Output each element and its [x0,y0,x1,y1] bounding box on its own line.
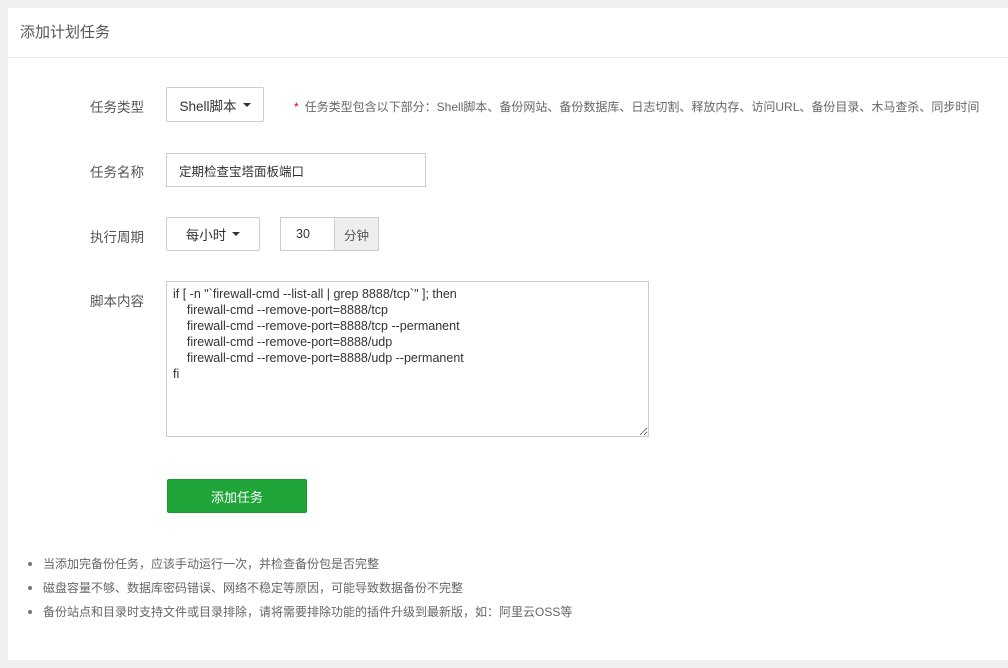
cycle-label: 执行周期 [90,230,144,245]
task-name-input[interactable] [166,153,426,187]
task-name-label: 任务名称 [90,165,144,180]
add-cron-task-panel: 添加计划任务 任务类型 Shell脚本 * 任务类型包含以下部分：Shell脚本、… [8,8,1008,660]
notes-list: 当添加完备份任务，应该手动运行一次，并检查备份包是否完整 磁盘容量不够、数据库密… [24,556,572,628]
cycle-minutes-input[interactable] [280,217,335,251]
list-item: 当添加完备份任务，应该手动运行一次，并检查备份包是否完整 [24,556,572,580]
list-item: 备份站点和目录时支持文件或目录排除，请将需要排除功能的插件升级到最新版，如：阿里… [24,604,572,628]
list-item: 磁盘容量不够、数据库密码错误、网络不稳定等原因，可能导致数据备份不完整 [24,580,572,604]
page-title: 添加计划任务 [8,8,1008,58]
task-type-hint: * 任务类型包含以下部分：Shell脚本、备份网站、备份数据库、日志切割、释放内存… [294,98,979,115]
add-task-button[interactable]: 添加任务 [167,479,307,513]
cycle-period-value: 每小时 [185,228,227,243]
script-content-textarea[interactable] [166,281,649,437]
task-type-dropdown[interactable]: Shell脚本 [166,87,264,122]
task-type-value: Shell脚本 [179,98,237,114]
minutes-unit-addon: 分钟 [335,217,379,251]
required-star: * [294,100,299,114]
script-label: 脚本内容 [90,294,144,309]
caret-down-icon [232,232,241,236]
cycle-period-dropdown[interactable]: 每小时 [166,217,260,251]
task-type-label: 任务类型 [90,100,144,115]
caret-down-icon [242,102,251,107]
task-type-hint-text: 任务类型包含以下部分：Shell脚本、备份网站、备份数据库、日志切割、释放内存、… [304,100,980,114]
